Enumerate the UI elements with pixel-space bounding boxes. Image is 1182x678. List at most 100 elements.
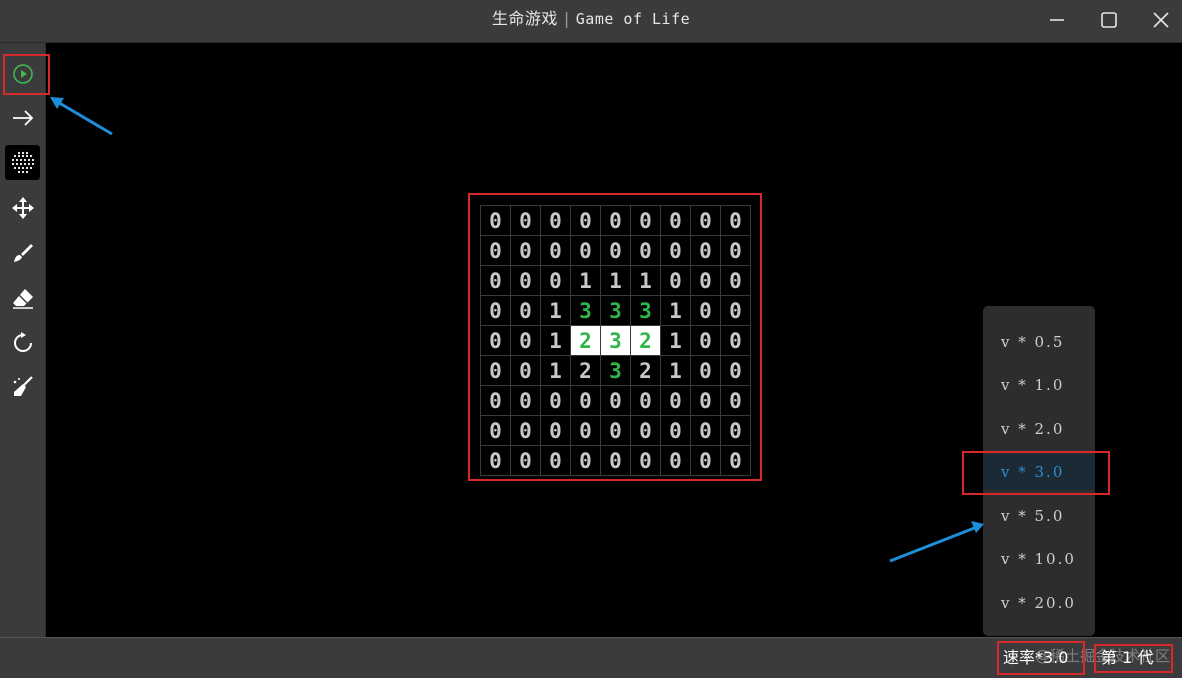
speed-option[interactable]: v * 20.0 — [983, 585, 1095, 621]
grid-cell[interactable]: 2 — [631, 326, 661, 356]
grid-cell[interactable]: 0 — [571, 206, 601, 236]
grid-cell[interactable]: 0 — [721, 296, 751, 326]
grid-cell[interactable]: 0 — [601, 206, 631, 236]
grid-cell[interactable]: 3 — [601, 296, 631, 326]
minimize-button[interactable] — [1042, 6, 1072, 34]
grid-cell[interactable]: 3 — [571, 296, 601, 326]
grid-cell[interactable]: 0 — [661, 206, 691, 236]
grid-cell[interactable]: 1 — [571, 266, 601, 296]
speed-option[interactable]: v * 0.5 — [983, 324, 1095, 360]
grid-cell[interactable]: 3 — [601, 326, 631, 356]
speed-option[interactable]: v * 1.0 — [983, 367, 1095, 403]
grid-cell[interactable]: 0 — [481, 386, 511, 416]
speed-option[interactable]: v * 10.0 — [983, 541, 1095, 577]
reset-button[interactable] — [5, 325, 40, 360]
grid-cell[interactable]: 0 — [541, 206, 571, 236]
eraser-button[interactable] — [5, 280, 40, 315]
grid-cell[interactable]: 0 — [541, 236, 571, 266]
grid-cell[interactable]: 1 — [541, 356, 571, 386]
grid-cell[interactable]: 0 — [511, 296, 541, 326]
brush-button[interactable] — [5, 235, 40, 270]
grid-cell[interactable]: 0 — [691, 236, 721, 266]
grid-cell[interactable]: 0 — [631, 386, 661, 416]
grid-cell[interactable]: 0 — [721, 326, 751, 356]
grid-cell[interactable]: 0 — [721, 446, 751, 476]
grid-cell[interactable]: 0 — [691, 446, 721, 476]
grid-cell[interactable]: 2 — [571, 326, 601, 356]
grid-cell[interactable]: 0 — [601, 236, 631, 266]
grid-cell[interactable]: 0 — [541, 386, 571, 416]
grid-cell[interactable]: 0 — [691, 386, 721, 416]
grid-cell[interactable]: 2 — [631, 356, 661, 386]
grid-cell[interactable]: 0 — [511, 386, 541, 416]
grid-cell[interactable]: 0 — [571, 386, 601, 416]
grid-cell[interactable]: 0 — [481, 206, 511, 236]
grid-cell[interactable]: 0 — [541, 416, 571, 446]
grid-cell[interactable]: 0 — [631, 236, 661, 266]
grid-cell[interactable]: 0 — [481, 296, 511, 326]
grid-cell[interactable]: 0 — [721, 236, 751, 266]
grid-cell[interactable]: 0 — [511, 206, 541, 236]
grid-cell[interactable]: 0 — [691, 326, 721, 356]
grid-cell[interactable]: 0 — [481, 236, 511, 266]
grid-cell[interactable]: 0 — [511, 446, 541, 476]
grid-cell[interactable]: 1 — [661, 296, 691, 326]
grid-cell[interactable]: 0 — [631, 446, 661, 476]
grid-cell[interactable]: 0 — [481, 356, 511, 386]
grid-cell[interactable]: 0 — [481, 446, 511, 476]
grid-cell[interactable]: 1 — [541, 296, 571, 326]
grid-cell[interactable]: 3 — [631, 296, 661, 326]
speed-option[interactable]: v * 2.0 — [983, 411, 1095, 447]
grid-cell[interactable]: 0 — [601, 386, 631, 416]
grid-cell[interactable]: 0 — [511, 326, 541, 356]
grid-cell[interactable]: 0 — [691, 206, 721, 236]
grid-cell[interactable]: 0 — [571, 446, 601, 476]
grid-cell[interactable]: 0 — [511, 236, 541, 266]
grid-cell[interactable]: 1 — [541, 326, 571, 356]
grid-cell[interactable]: 0 — [661, 446, 691, 476]
grid-cell[interactable]: 1 — [661, 326, 691, 356]
grid-cell[interactable]: 1 — [661, 356, 691, 386]
grid-cell[interactable]: 0 — [631, 416, 661, 446]
grid-cell[interactable]: 0 — [661, 236, 691, 266]
step-button[interactable] — [5, 100, 40, 135]
grid-cell[interactable]: 0 — [661, 416, 691, 446]
grid-cell[interactable]: 0 — [511, 356, 541, 386]
grid-cell[interactable]: 1 — [631, 266, 661, 296]
move-button[interactable] — [5, 190, 40, 225]
grid-cell[interactable]: 0 — [481, 266, 511, 296]
grid-cell[interactable]: 0 — [571, 236, 601, 266]
grid-cell[interactable]: 0 — [691, 296, 721, 326]
grid-cell[interactable]: 0 — [511, 416, 541, 446]
grid-toggle-button[interactable] — [5, 145, 40, 180]
grid-cell[interactable]: 0 — [721, 386, 751, 416]
grid-cell[interactable]: 0 — [601, 416, 631, 446]
game-grid[interactable]: 0000000000000000000001110000013331000012… — [480, 205, 751, 476]
grid-cell[interactable]: 0 — [481, 416, 511, 446]
grid-cell[interactable]: 0 — [511, 266, 541, 296]
grid-cell[interactable]: 0 — [721, 356, 751, 386]
close-button[interactable] — [1146, 6, 1176, 34]
grid-cell[interactable]: 0 — [721, 416, 751, 446]
grid-cell[interactable]: 0 — [691, 266, 721, 296]
grid-cell[interactable]: 0 — [541, 266, 571, 296]
grid-cell[interactable]: 0 — [721, 206, 751, 236]
grid-cell[interactable]: 0 — [571, 416, 601, 446]
grid-cell[interactable]: 3 — [601, 356, 631, 386]
grid-cell[interactable]: 0 — [541, 446, 571, 476]
grid-cell[interactable]: 0 — [661, 266, 691, 296]
speed-option[interactable]: v * 5.0 — [983, 498, 1095, 534]
grid-cell[interactable]: 2 — [571, 356, 601, 386]
grid-cell[interactable]: 0 — [661, 386, 691, 416]
grid-cell[interactable]: 0 — [481, 326, 511, 356]
play-button[interactable] — [5, 56, 40, 91]
grid-cell[interactable]: 0 — [691, 416, 721, 446]
grid-cell[interactable]: 0 — [601, 446, 631, 476]
speed-option[interactable]: v * 3.0 — [983, 454, 1095, 490]
grid-cell[interactable]: 0 — [691, 356, 721, 386]
grid-cell[interactable]: 0 — [721, 266, 751, 296]
maximize-button[interactable] — [1094, 6, 1124, 34]
clean-button[interactable] — [5, 369, 40, 404]
grid-cell[interactable]: 1 — [601, 266, 631, 296]
grid-cell[interactable]: 0 — [631, 206, 661, 236]
